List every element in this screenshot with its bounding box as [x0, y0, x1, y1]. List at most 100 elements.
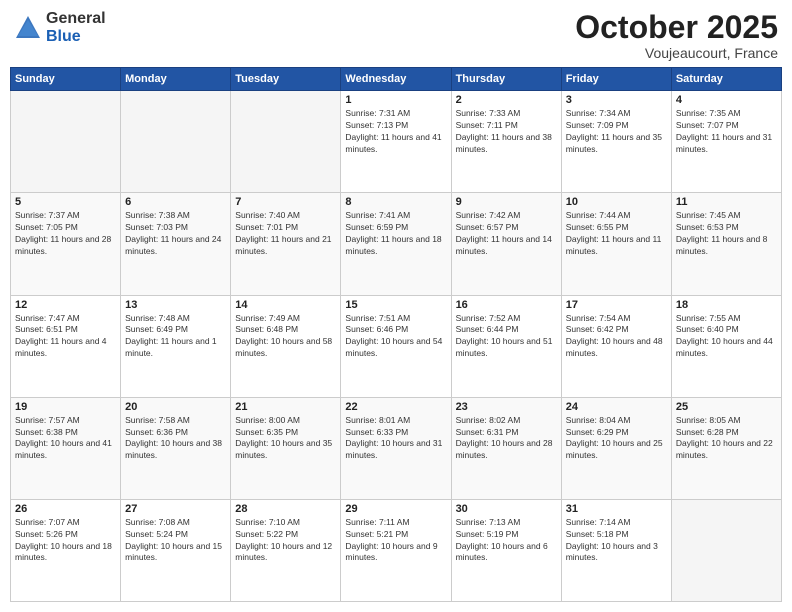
day-info: Sunrise: 7:57 AMSunset: 6:38 PMDaylight:…: [15, 415, 116, 463]
location-label: Voujeaucourt, France: [575, 45, 778, 61]
day-info: Sunrise: 8:02 AMSunset: 6:31 PMDaylight:…: [456, 415, 557, 463]
day-number: 11: [676, 196, 777, 208]
table-row: 23 Sunrise: 8:02 AMSunset: 6:31 PMDayligh…: [451, 397, 561, 499]
table-row: 6Sunrise: 7:38 AMSunset: 7:03 PMDaylight…: [121, 193, 231, 295]
day-info: Sunrise: 7:49 AMSunset: 6:48 PMDaylight:…: [235, 313, 336, 361]
table-row: 21 Sunrise: 8:00 AMSunset: 6:35 PMDayligh…: [231, 397, 341, 499]
day-number: 28: [235, 503, 336, 515]
day-number: 22: [345, 401, 446, 413]
day-info: Sunrise: 7:34 AMSunset: 7:09 PMDaylight:…: [566, 108, 667, 156]
day-info: Sunrise: 7:44 AMSunset: 6:55 PMDaylight:…: [566, 210, 667, 258]
table-row: 20Sunrise: 7:58 AMSunset: 6:36 PMDayligh…: [121, 397, 231, 499]
table-row: 24Sunrise: 8:04 AMSunset: 6:29 PMDayligh…: [561, 397, 671, 499]
day-info: Sunrise: 7:31 AMSunset: 7:13 PMDaylight:…: [345, 108, 446, 156]
logo-blue-label: Blue: [46, 28, 106, 46]
col-thursday: Thursday: [451, 68, 561, 91]
day-info: Sunrise: 7:54 AMSunset: 6:42 PMDaylight:…: [566, 313, 667, 361]
day-number: 23: [456, 401, 557, 413]
day-number: 17: [566, 299, 667, 311]
day-info: Sunrise: 7:14 AMSunset: 5:18 PMDaylight:…: [566, 517, 667, 565]
table-row: 16 Sunrise: 7:52 AMSunset: 6:44 PMDayligh…: [451, 295, 561, 397]
title-block: October 2025 Voujeaucourt, France: [575, 10, 778, 61]
day-number: 7: [235, 196, 336, 208]
day-info: Sunrise: 8:04 AMSunset: 6:29 PMDaylight:…: [566, 415, 667, 463]
day-number: 25: [676, 401, 777, 413]
day-number: 10: [566, 196, 667, 208]
day-info: Sunrise: 7:37 AMSunset: 7:05 PMDaylight:…: [15, 210, 116, 258]
header: General Blue October 2025 Voujeaucourt, …: [10, 10, 782, 61]
day-number: 14: [235, 299, 336, 311]
day-info: Sunrise: 8:00 AMSunset: 6:35 PMDaylight:…: [235, 415, 336, 463]
day-number: 6: [125, 196, 226, 208]
calendar-page: General Blue October 2025 Voujeaucourt, …: [0, 0, 792, 612]
day-info: Sunrise: 7:51 AMSunset: 6:46 PMDaylight:…: [345, 313, 446, 361]
day-number: 12: [15, 299, 116, 311]
day-info: Sunrise: 7:08 AMSunset: 5:24 PMDaylight:…: [125, 517, 226, 565]
day-number: 2: [456, 94, 557, 106]
table-row: 15 Sunrise: 7:51 AMSunset: 6:46 PMDayligh…: [341, 295, 451, 397]
day-number: 8: [345, 196, 446, 208]
table-row: 5Sunrise: 7:37 AMSunset: 7:05 PMDaylight…: [11, 193, 121, 295]
col-monday: Monday: [121, 68, 231, 91]
table-row: 4 Sunrise: 7:35 AMSunset: 7:07 PMDaylight…: [671, 91, 781, 193]
day-info: Sunrise: 8:05 AMSunset: 6:28 PMDaylight:…: [676, 415, 777, 463]
table-row: 12 Sunrise: 7:47 AMSunset: 6:51 PMDayligh…: [11, 295, 121, 397]
table-row: 19Sunrise: 7:57 AMSunset: 6:38 PMDayligh…: [11, 397, 121, 499]
table-row: 7 Sunrise: 7:40 AMSunset: 7:01 PMDaylight…: [231, 193, 341, 295]
day-info: Sunrise: 7:10 AMSunset: 5:22 PMDaylight:…: [235, 517, 336, 565]
calendar-header-row: Sunday Monday Tuesday Wednesday Thursday…: [11, 68, 782, 91]
col-wednesday: Wednesday: [341, 68, 451, 91]
table-row: 27 Sunrise: 7:08 AMSunset: 5:24 PMDayligh…: [121, 499, 231, 601]
table-row: [121, 91, 231, 193]
day-number: 18: [676, 299, 777, 311]
table-row: [11, 91, 121, 193]
day-info: Sunrise: 7:07 AMSunset: 5:26 PMDaylight:…: [15, 517, 116, 565]
calendar-table: Sunday Monday Tuesday Wednesday Thursday…: [10, 67, 782, 602]
col-saturday: Saturday: [671, 68, 781, 91]
day-number: 29: [345, 503, 446, 515]
col-sunday: Sunday: [11, 68, 121, 91]
table-row: 13 Sunrise: 7:48 AMSunset: 6:49 PMDayligh…: [121, 295, 231, 397]
calendar-week-row: 12 Sunrise: 7:47 AMSunset: 6:51 PMDayligh…: [11, 295, 782, 397]
col-friday: Friday: [561, 68, 671, 91]
day-number: 13: [125, 299, 226, 311]
day-number: 31: [566, 503, 667, 515]
table-row: 10 Sunrise: 7:44 AMSunset: 6:55 PMDayligh…: [561, 193, 671, 295]
day-number: 16: [456, 299, 557, 311]
calendar-week-row: 5Sunrise: 7:37 AMSunset: 7:05 PMDaylight…: [11, 193, 782, 295]
table-row: 22 Sunrise: 8:01 AMSunset: 6:33 PMDayligh…: [341, 397, 451, 499]
table-row: [231, 91, 341, 193]
day-info: Sunrise: 7:48 AMSunset: 6:49 PMDaylight:…: [125, 313, 226, 361]
month-title: October 2025: [575, 10, 778, 45]
col-tuesday: Tuesday: [231, 68, 341, 91]
day-info: Sunrise: 7:58 AMSunset: 6:36 PMDaylight:…: [125, 415, 226, 463]
day-info: Sunrise: 7:47 AMSunset: 6:51 PMDaylight:…: [15, 313, 116, 361]
day-info: Sunrise: 7:33 AMSunset: 7:11 PMDaylight:…: [456, 108, 557, 156]
table-row: 18Sunrise: 7:55 AMSunset: 6:40 PMDayligh…: [671, 295, 781, 397]
table-row: 14 Sunrise: 7:49 AMSunset: 6:48 PMDayligh…: [231, 295, 341, 397]
logo-general-label: General: [46, 10, 106, 28]
day-info: Sunrise: 7:13 AMSunset: 5:19 PMDaylight:…: [456, 517, 557, 565]
day-info: Sunrise: 8:01 AMSunset: 6:33 PMDaylight:…: [345, 415, 446, 463]
day-info: Sunrise: 7:35 AMSunset: 7:07 PMDaylight:…: [676, 108, 777, 156]
table-row: [671, 499, 781, 601]
day-info: Sunrise: 7:45 AMSunset: 6:53 PMDaylight:…: [676, 210, 777, 258]
day-number: 27: [125, 503, 226, 515]
day-number: 21: [235, 401, 336, 413]
day-number: 26: [15, 503, 116, 515]
table-row: 31 Sunrise: 7:14 AMSunset: 5:18 PMDayligh…: [561, 499, 671, 601]
table-row: 11 Sunrise: 7:45 AMSunset: 6:53 PMDayligh…: [671, 193, 781, 295]
day-info: Sunrise: 7:11 AMSunset: 5:21 PMDaylight:…: [345, 517, 446, 565]
day-info: Sunrise: 7:40 AMSunset: 7:01 PMDaylight:…: [235, 210, 336, 258]
day-number: 3: [566, 94, 667, 106]
day-info: Sunrise: 7:41 AMSunset: 6:59 PMDaylight:…: [345, 210, 446, 258]
day-number: 1: [345, 94, 446, 106]
logo-text: General Blue: [46, 10, 106, 45]
day-number: 4: [676, 94, 777, 106]
table-row: 30Sunrise: 7:13 AMSunset: 5:19 PMDayligh…: [451, 499, 561, 601]
table-row: 1 Sunrise: 7:31 AMSunset: 7:13 PMDaylight…: [341, 91, 451, 193]
day-info: Sunrise: 7:52 AMSunset: 6:44 PMDaylight:…: [456, 313, 557, 361]
day-info: Sunrise: 7:42 AMSunset: 6:57 PMDaylight:…: [456, 210, 557, 258]
table-row: 2 Sunrise: 7:33 AMSunset: 7:11 PMDaylight…: [451, 91, 561, 193]
day-number: 15: [345, 299, 446, 311]
